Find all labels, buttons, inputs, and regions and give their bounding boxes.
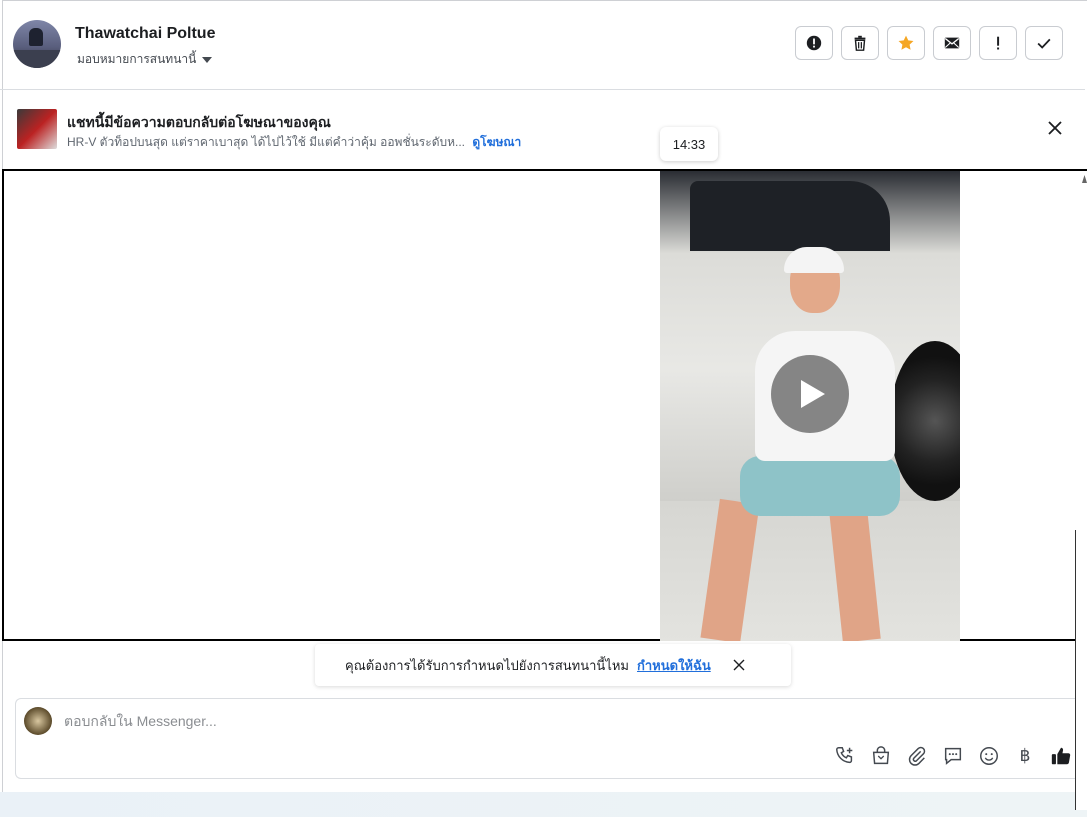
ad-banner-title: แชทนี้มีข้อความตอบกลับต่อโฆษณาของคุณ	[67, 114, 331, 130]
page-avatar	[24, 707, 52, 735]
composer-toolbar: ฿	[834, 745, 1072, 767]
report-icon	[806, 35, 822, 51]
header-actions	[795, 26, 1063, 60]
play-button[interactable]	[771, 355, 849, 433]
shopping-bag-icon	[872, 746, 890, 765]
mail-icon	[944, 37, 960, 49]
thumbs-up-icon	[1051, 747, 1071, 765]
star-button[interactable]	[887, 26, 925, 60]
payment-button[interactable]: ฿	[1014, 745, 1036, 767]
close-icon[interactable]	[1047, 120, 1063, 136]
smiley-icon	[980, 747, 998, 765]
side-panel-edge	[1075, 530, 1087, 810]
play-icon	[801, 380, 825, 408]
paperclip-icon	[908, 746, 926, 766]
message-timestamp: 14:33	[660, 127, 718, 161]
saved-replies-button[interactable]	[942, 745, 964, 767]
ad-description-text: HR-V ตัวท็อปบนสุด แต่ราคาเบาสุด ได้ไปไว้…	[67, 135, 466, 149]
emoji-button[interactable]	[978, 745, 1000, 767]
message-composer: ฿	[15, 698, 1087, 779]
done-button[interactable]	[1025, 26, 1063, 60]
bottom-strip	[0, 792, 1087, 817]
baht-icon: ฿	[1019, 746, 1031, 766]
conversation-header: Thawatchai Poltue มอบหมายการสนทนานี้	[0, 0, 1085, 90]
assign-label: มอบหมายการสนทนานี้	[77, 52, 197, 66]
ad-reply-banner: แชทนี้มีข้อความตอบกลับต่อโฆษณาของคุณ HR-…	[0, 90, 1085, 168]
video-message[interactable]	[660, 171, 960, 641]
user-avatar[interactable]	[13, 20, 61, 68]
view-ad-link[interactable]: ดูโฆษณา	[472, 135, 521, 149]
user-name[interactable]: Thawatchai Poltue	[75, 25, 215, 43]
shop-button[interactable]	[870, 745, 892, 767]
ad-banner-description: HR-V ตัวท็อปบนสุด แต่ราคาเบาสุด ได้ไปไว้…	[67, 133, 521, 152]
check-icon	[1037, 38, 1051, 49]
assign-reminder: คุณต้องการได้รับการกำหนดไปยังการสนทนานี้…	[315, 644, 791, 686]
trash-icon	[854, 35, 866, 51]
assign-to-me-link[interactable]: กำหนดให้ฉัน	[637, 655, 711, 676]
chat-bubble-icon	[944, 747, 962, 765]
caret-down-icon	[202, 56, 213, 63]
ad-thumbnail[interactable]	[17, 109, 57, 149]
report-button[interactable]	[795, 26, 833, 60]
attach-button[interactable]	[906, 745, 928, 767]
assign-dropdown[interactable]: มอบหมายการสนทนานี้	[77, 50, 213, 69]
important-button[interactable]	[979, 26, 1017, 60]
like-button[interactable]	[1050, 745, 1072, 767]
reminder-text: คุณต้องการได้รับการกำหนดไปยังการสนทนานี้…	[345, 657, 629, 673]
call-button[interactable]	[834, 745, 856, 767]
delete-button[interactable]	[841, 26, 879, 60]
star-icon	[898, 35, 914, 50]
mark-unread-button[interactable]	[933, 26, 971, 60]
close-icon[interactable]	[733, 659, 745, 671]
phone-plus-icon	[836, 747, 853, 764]
reply-input[interactable]	[64, 713, 664, 729]
exclamation-icon	[997, 36, 1000, 50]
